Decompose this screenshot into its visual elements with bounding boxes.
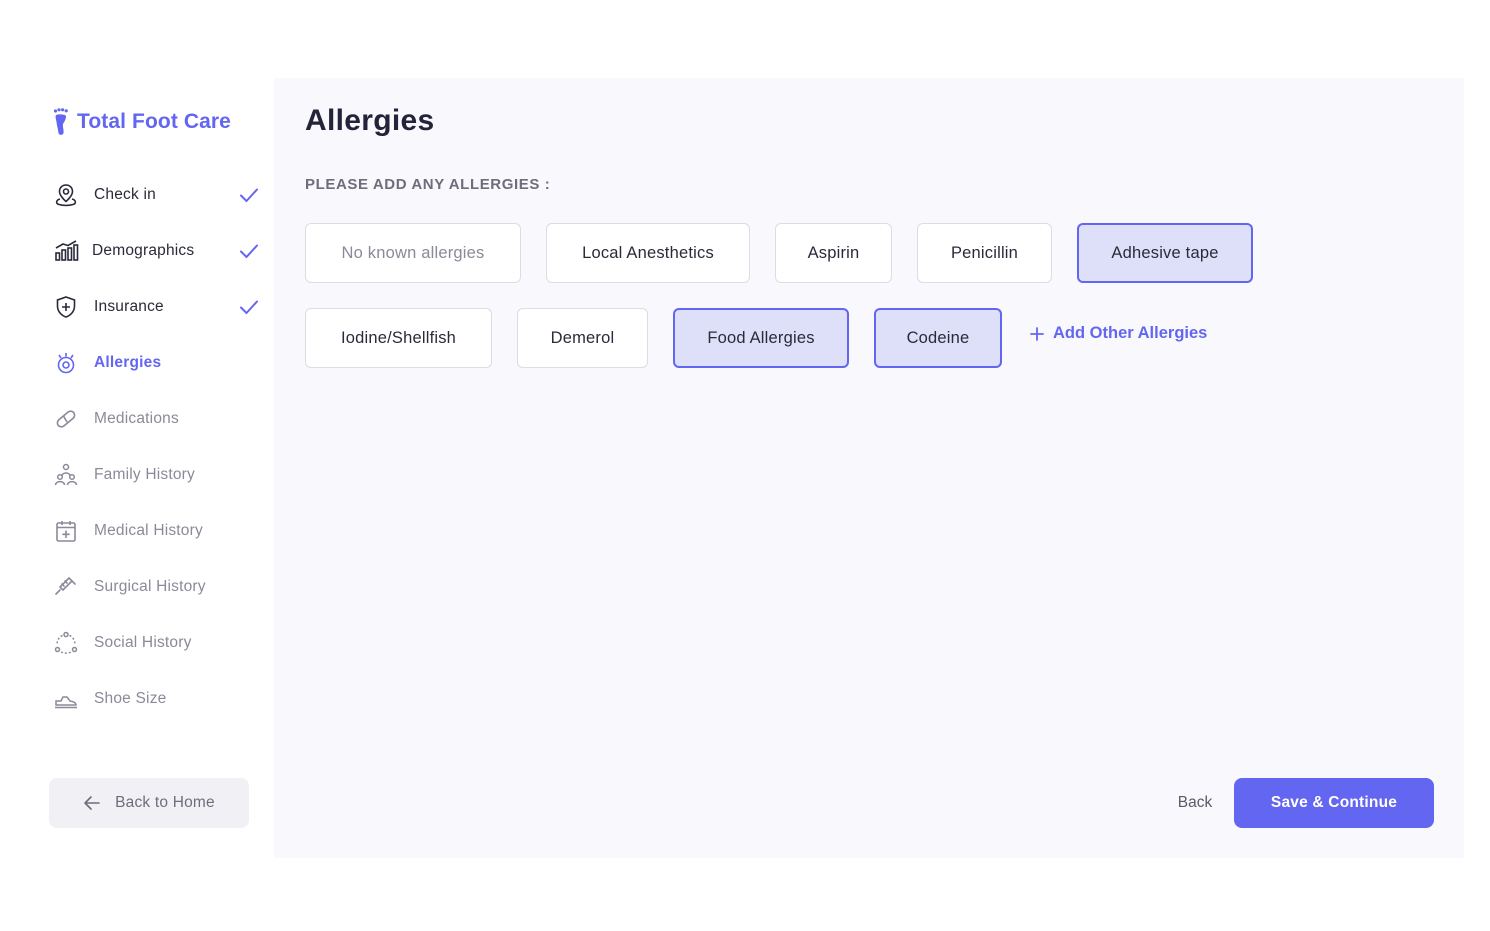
chip-food-allergies[interactable]: Food Allergies [673, 308, 849, 368]
section-label: PLEASE ADD ANY ALLERGIES : [305, 176, 551, 193]
chip-iodine-shellfish[interactable]: Iodine/Shellfish [305, 308, 492, 368]
syringe-icon [52, 573, 80, 601]
sidebar-item-label: Surgical History [94, 578, 206, 595]
plus-icon [1029, 326, 1045, 342]
back-to-home-label: Back to Home [115, 794, 215, 811]
checkmark-icon [238, 240, 260, 262]
app-root: Total Foot Care Check in Demographics In… [0, 0, 1490, 931]
sidebar-item-label: Family History [94, 466, 195, 483]
shield-plus-icon [52, 293, 80, 321]
sidebar-item-label: Allergies [94, 354, 162, 371]
sidebar-item-social-history[interactable]: Social History [52, 625, 260, 661]
bar-chart-icon [52, 237, 80, 265]
pill-icon [52, 405, 80, 433]
checkmark-icon [238, 184, 260, 206]
chip-codeine[interactable]: Codeine [874, 308, 1002, 368]
chip-local-anesthetics[interactable]: Local Anesthetics [546, 223, 750, 283]
chip-aspirin[interactable]: Aspirin [775, 223, 892, 283]
chip-demerol[interactable]: Demerol [517, 308, 648, 368]
sidebar-item-label: Social History [94, 634, 192, 651]
back-button[interactable]: Back [1165, 778, 1225, 828]
sidebar-item-label: Demographics [92, 242, 195, 259]
sidebar-item-label: Shoe Size [94, 690, 167, 707]
brand-name: Total Foot Care [77, 110, 231, 133]
foot-icon [53, 108, 69, 136]
sidebar-item-label: Medications [94, 410, 179, 427]
sidebar-item-medications[interactable]: Medications [52, 401, 260, 437]
social-circle-icon [52, 629, 80, 657]
chip-adhesive-tape[interactable]: Adhesive tape [1077, 223, 1253, 283]
page-title: Allergies [305, 104, 435, 137]
save-continue-button[interactable]: Save & Continue [1234, 778, 1434, 828]
sidebar-item-medical-history[interactable]: Medical History [52, 513, 260, 549]
arrow-left-icon [83, 794, 101, 812]
chip-penicillin[interactable]: Penicillin [917, 223, 1052, 283]
sidebar-item-label: Medical History [94, 522, 203, 539]
sidebar-item-family-history[interactable]: Family History [52, 457, 260, 493]
back-to-home-button[interactable]: Back to Home [49, 778, 249, 828]
add-other-allergies-link[interactable]: Add Other Allergies [1029, 324, 1207, 343]
sidebar-item-label: Check in [94, 186, 156, 203]
calendar-plus-icon [52, 517, 80, 545]
brand-logo: Total Foot Care [53, 108, 231, 136]
location-pin-icon [52, 181, 80, 209]
family-icon [52, 461, 80, 489]
shoe-icon [52, 685, 80, 713]
sidebar-item-surgical-history[interactable]: Surgical History [52, 569, 260, 605]
sidebar-item-demographics[interactable]: Demographics [52, 233, 260, 269]
sidebar-item-label: Insurance [94, 298, 164, 315]
sidebar-item-allergies[interactable]: Allergies [52, 345, 260, 381]
sidebar-item-check-in[interactable]: Check in [52, 177, 260, 213]
checkmark-icon [238, 296, 260, 318]
sidebar-item-insurance[interactable]: Insurance [52, 289, 260, 325]
sidebar-item-shoe-size[interactable]: Shoe Size [52, 681, 260, 717]
main-panel: Allergies PLEASE ADD ANY ALLERGIES : No … [274, 78, 1464, 858]
add-other-allergies-label: Add Other Allergies [1053, 324, 1208, 342]
chip-no-known-allergies[interactable]: No known allergies [305, 223, 521, 283]
allergy-icon [52, 349, 80, 377]
